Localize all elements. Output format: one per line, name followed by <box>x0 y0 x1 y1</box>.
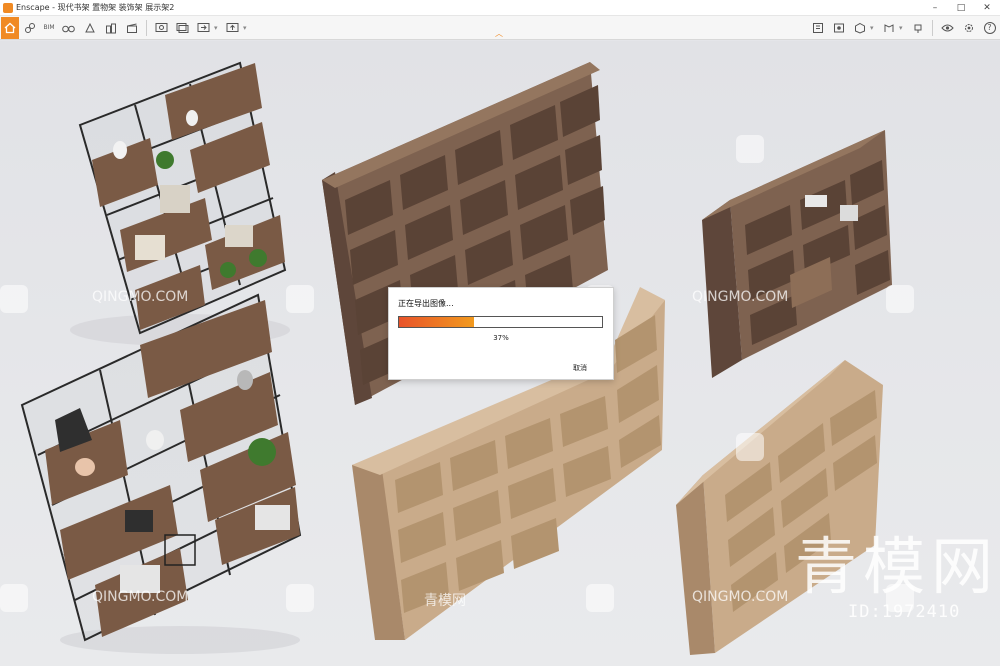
watermark-logo-icon <box>886 285 914 313</box>
collapse-toolbar-chevron-up-icon[interactable]: ︿ <box>493 30 505 38</box>
watermark-big-text: 青模网 <box>795 530 1000 603</box>
gear-icon <box>964 23 973 32</box>
dialog-title: 正在导出图像... <box>398 299 454 308</box>
upload-icon <box>226 23 239 32</box>
chevron-down-icon[interactable]: ▾ <box>243 24 251 32</box>
link-button[interactable] <box>20 18 39 38</box>
screenshot-icon <box>155 23 168 32</box>
watermark-logo-icon <box>736 135 764 163</box>
toolbar-separator <box>932 19 933 36</box>
watermark-logo-icon <box>0 285 28 313</box>
screenshot-button[interactable] <box>152 18 171 38</box>
asset-library-icon <box>812 22 823 33</box>
watermark-text: QINGMO.COM <box>92 289 189 305</box>
material-editor-icon <box>833 23 844 32</box>
chevron-down-icon[interactable]: ▾ <box>899 24 907 32</box>
collaborative-button[interactable] <box>879 18 898 38</box>
window-title: Enscape - 现代书架 置物架 装饰架 展示架2 <box>16 3 175 12</box>
toolbar-separator <box>146 19 147 36</box>
home-button[interactable] <box>1 16 19 39</box>
buildings-icon <box>105 23 116 33</box>
view-button[interactable] <box>80 18 99 38</box>
material-editor-button[interactable] <box>829 18 848 38</box>
batch-render-button[interactable] <box>173 18 192 38</box>
watermark-id: ID:1972410 <box>848 602 961 622</box>
cancel-button[interactable]: 取消 <box>573 363 587 373</box>
link-icon <box>24 22 35 33</box>
binoculars-button[interactable] <box>59 18 78 38</box>
enscape-logo-icon <box>3 2 13 13</box>
eye-button[interactable] <box>938 18 957 38</box>
settings-button[interactable] <box>959 18 978 38</box>
home-icon <box>4 22 16 33</box>
clapper-button[interactable] <box>122 18 141 38</box>
help-button[interactable]: ? <box>980 18 999 38</box>
watermark-logo-icon <box>286 584 314 612</box>
binoculars-icon <box>62 25 75 32</box>
cube-icon <box>854 22 865 34</box>
object-button[interactable] <box>850 18 869 38</box>
walnut-shelf-right <box>702 130 892 378</box>
maximize-button[interactable]: □ <box>948 0 974 16</box>
close-button[interactable]: ✕ <box>974 0 1000 16</box>
chevron-down-icon[interactable]: ▾ <box>870 24 878 32</box>
watermark-logo-icon <box>586 584 614 612</box>
export-progress-dialog: 正在导出图像... 37% 取消 <box>388 287 614 380</box>
buildings-button[interactable] <box>101 18 120 38</box>
progress-percent: 37% <box>493 334 509 342</box>
minimize-button[interactable]: – <box>922 0 948 16</box>
help-icon: ? <box>983 21 996 34</box>
watermark-text: QINGMO.COM <box>92 589 189 605</box>
export-icon <box>197 23 210 32</box>
asset-library-button[interactable] <box>808 18 827 38</box>
clapper-icon <box>126 23 137 33</box>
eye-icon <box>941 24 954 31</box>
visual-settings-icon <box>914 24 921 33</box>
watermark-text: QINGMO.COM <box>692 589 789 605</box>
view-icon <box>84 22 95 32</box>
export-button[interactable] <box>194 18 213 38</box>
title-bar: Enscape - 现代书架 置物架 装饰架 展示架2 – □ ✕ <box>0 0 1000 16</box>
chevron-down-icon[interactable]: ▾ <box>214 24 222 32</box>
bim-button[interactable]: BIM <box>41 18 57 38</box>
progress-fill <box>399 317 475 327</box>
upload-button[interactable] <box>223 18 242 38</box>
visual-settings-button[interactable] <box>908 18 927 38</box>
export-progress-bar <box>398 316 603 328</box>
watermark-logo-icon <box>0 584 28 612</box>
batch-render-icon <box>176 23 189 33</box>
watermark-logo-icon <box>736 433 764 461</box>
collaborative-icon <box>884 23 893 32</box>
watermark-text-cn: 青模网 <box>424 593 466 609</box>
watermark-text: QINGMO.COM <box>692 289 789 305</box>
watermark-logo-icon <box>286 285 314 313</box>
